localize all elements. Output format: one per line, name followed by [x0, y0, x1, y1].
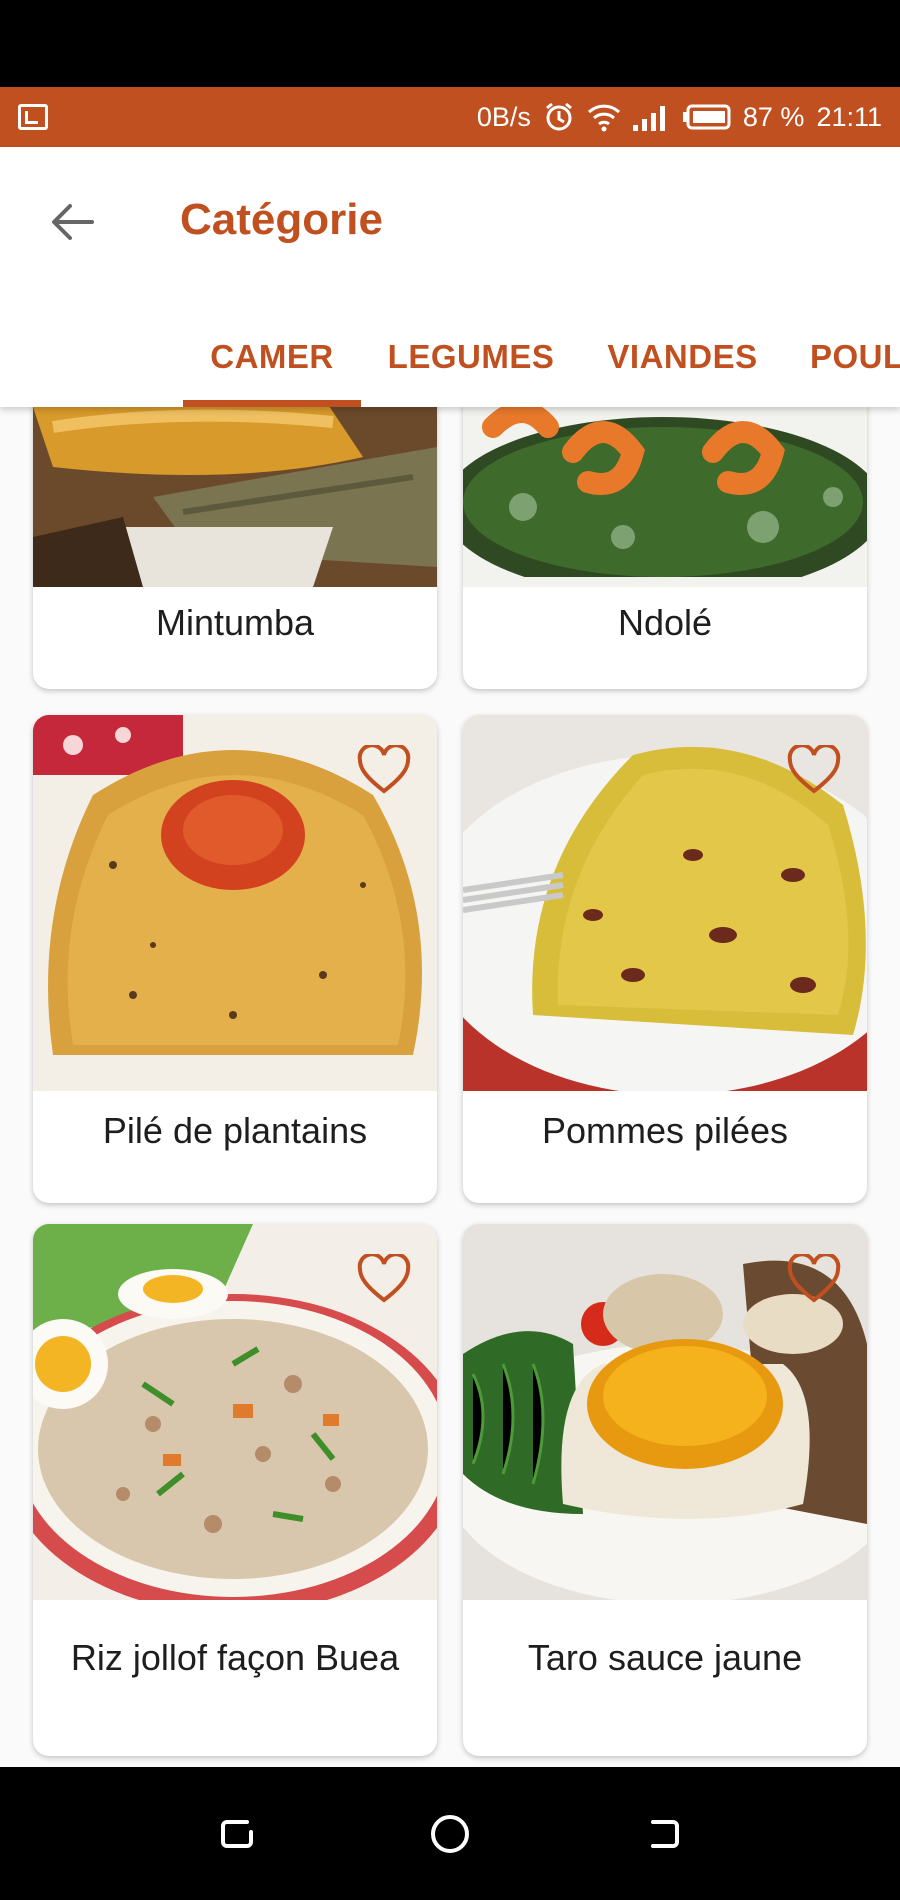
recipe-card-riz-jollof-facon-buea[interactable]: Riz jollof façon Buea	[33, 1224, 437, 1756]
heart-outline-icon[interactable]	[787, 1254, 841, 1304]
home-button[interactable]	[415, 1799, 485, 1869]
page-title: Catégorie	[180, 195, 383, 244]
back-button[interactable]	[42, 192, 102, 252]
recent-apps-button[interactable]	[202, 1799, 272, 1869]
tab-poul[interactable]: POUL	[810, 307, 900, 407]
recipe-name: Pommes pilées	[541, 1110, 789, 1151]
tab-camer[interactable]: CAMER	[183, 307, 361, 407]
dish-photo	[463, 407, 867, 587]
tab-viandes[interactable]: VIANDES	[600, 307, 765, 407]
wifi-icon	[587, 102, 621, 132]
recipe-card-pile-de-plantains[interactable]: Pilé de plantains	[33, 715, 437, 1203]
battery-percent: 87 %	[742, 101, 805, 132]
category-tabs: CAMER LEGUMES VIANDES POUL	[0, 307, 900, 407]
recent-apps-icon	[220, 1819, 253, 1848]
network-speed: 0B/s	[476, 101, 531, 132]
app-bar: Catégorie CAMER LEGUMES VIANDES POUL	[0, 147, 900, 407]
alarm-icon	[543, 101, 575, 133]
tab-label: POUL	[810, 338, 900, 375]
dish-photo	[33, 407, 437, 587]
recipe-name: Ndolé	[617, 602, 713, 643]
recipe-card-ndole[interactable]: Ndolé	[463, 407, 867, 689]
status-bar: 0B/s 87 % 21:11	[0, 87, 900, 147]
recipe-card-taro-sauce-jaune[interactable]: Taro sauce jaune	[463, 1224, 867, 1756]
recipe-card-mintumba[interactable]: Mintumba	[33, 407, 437, 689]
arrow-left-icon	[52, 204, 94, 240]
tab-label: LEGUMES	[387, 338, 555, 375]
home-icon	[430, 1814, 469, 1853]
recipe-card-pommes-pilees[interactable]: Pommes pilées	[463, 715, 867, 1203]
back-system-icon	[651, 1819, 680, 1848]
tab-label: VIANDES	[607, 338, 758, 375]
clock: 21:11	[816, 101, 882, 132]
signal-icon	[632, 103, 671, 131]
recipe-name: Taro sauce jaune	[527, 1637, 803, 1678]
tab-label: CAMER	[210, 338, 334, 375]
recipe-name: Pilé de plantains	[102, 1110, 368, 1151]
heart-outline-icon[interactable]	[357, 1254, 411, 1304]
camera-cutout-area	[0, 0, 900, 87]
heart-outline-icon[interactable]	[787, 745, 841, 795]
heart-outline-icon[interactable]	[357, 745, 411, 795]
recipe-name: Riz jollof façon Buea	[70, 1637, 400, 1678]
system-navigation-bar	[0, 1767, 900, 1900]
recipe-grid[interactable]: Mintumba Ndolé Pilé de plantains Pommes …	[0, 407, 900, 1767]
tab-legumes[interactable]: LEGUMES	[385, 307, 557, 407]
screen-cast-icon	[18, 104, 48, 130]
battery-icon	[682, 104, 731, 130]
back-system-button[interactable]	[628, 1799, 698, 1869]
recipe-name: Mintumba	[155, 602, 315, 643]
